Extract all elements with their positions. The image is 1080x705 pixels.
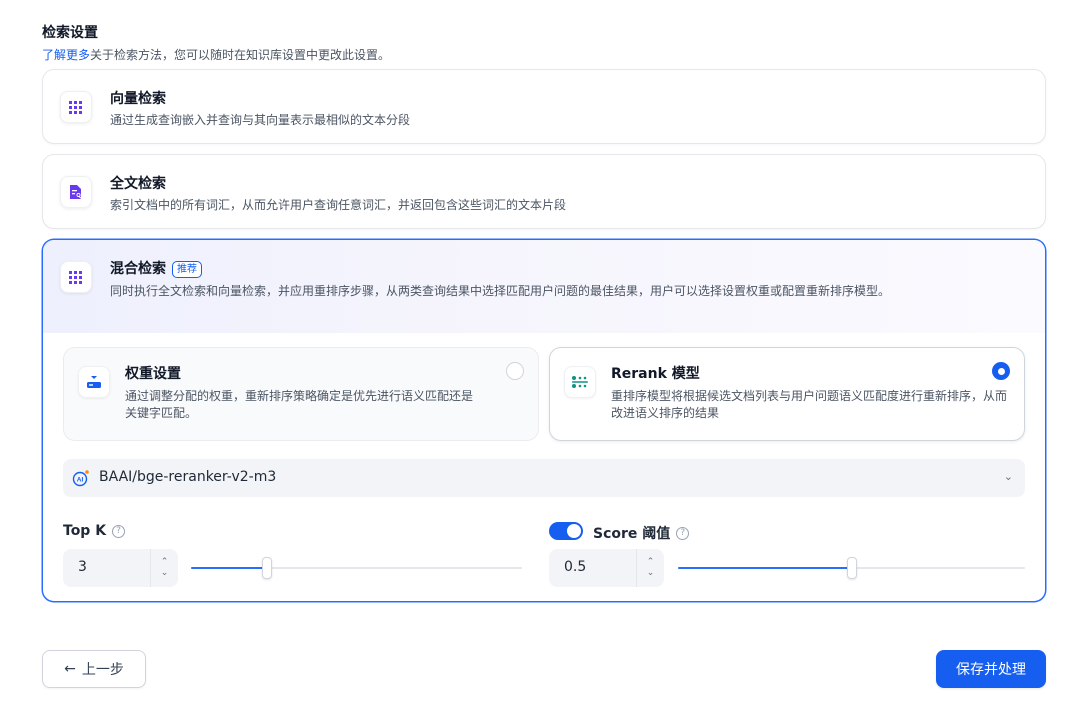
svg-text:AI: AI <box>77 476 84 483</box>
score-threshold-label: Score 阈值? <box>593 523 690 543</box>
vector-search-description: 通过生成查询嵌入并查询与其向量表示最相似的文本分段 <box>110 113 411 127</box>
fulltext-search-title: 全文检索 <box>110 176 166 192</box>
slider-handle[interactable] <box>846 557 857 579</box>
arrow-left-icon: ← <box>64 661 76 677</box>
slider-fill <box>678 567 852 569</box>
score-threshold-value: 0.5 <box>564 559 587 575</box>
slider-handle[interactable] <box>262 557 273 579</box>
top-k-stepper[interactable]: ⌃ ⌄ <box>150 549 178 587</box>
score-threshold-label-text: Score 阈值 <box>593 526 671 542</box>
rerank-model-select[interactable]: AI BAAI/bge-reranker-v2-m3 ⌄ <box>63 459 1025 497</box>
top-k-value: 3 <box>78 559 87 575</box>
rerank-icon <box>564 366 596 398</box>
vector-search-card[interactable]: 向量检索 通过生成查询嵌入并查询与其向量表示最相似的文本分段 <box>42 69 1046 144</box>
rerank-model-description: 重排序模型将根据候选文档列表与用户问题语义匹配度进行重新排序，从而改进语义排序的… <box>611 389 1008 420</box>
weight-settings-option[interactable]: 权重设置 通过调整分配的权重，重新排序策略确定是优先进行语义匹配还是关键字匹配。 <box>63 347 539 441</box>
top-k-help-icon[interactable]: ? <box>112 524 126 538</box>
top-k-label-text: Top K <box>63 523 107 539</box>
score-threshold-help-icon[interactable]: ? <box>676 526 690 540</box>
weight-settings-radio[interactable] <box>506 362 524 380</box>
rerank-model-title: Rerank 模型 <box>611 366 700 382</box>
top-k-slider[interactable] <box>191 554 522 582</box>
back-button-label: 上一步 <box>81 662 124 678</box>
vector-search-title: 向量检索 <box>110 91 166 107</box>
score-threshold-slider[interactable] <box>678 554 1025 582</box>
score-threshold-toggle[interactable] <box>549 522 583 540</box>
hybrid-grid-icon <box>60 261 92 293</box>
increment-icon[interactable]: ⌃ <box>161 557 169 568</box>
section-title: 检索设置 <box>42 25 98 41</box>
weight-icon <box>78 366 110 398</box>
hybrid-search-title-text: 混合检索 <box>110 261 166 277</box>
section-description-text: 关于检索方法，您可以随时在知识库设置中更改此设置。 <box>90 48 391 62</box>
hybrid-search-title: 混合检索 推荐 <box>110 258 202 278</box>
slider-fill <box>191 567 268 569</box>
decrement-icon[interactable]: ⌄ <box>647 568 655 579</box>
fulltext-search-description: 索引文档中的所有词汇，从而允许用户查询任意词汇，并返回包含这些词汇的文本片段 <box>110 198 567 212</box>
top-k-input[interactable]: 3 ⌃ ⌄ <box>63 549 178 587</box>
fulltext-search-card[interactable]: 全文检索 索引文档中的所有词汇，从而允许用户查询任意词汇，并返回包含这些词汇的文… <box>42 154 1046 229</box>
rerank-model-radio[interactable] <box>992 362 1010 380</box>
weight-settings-title: 权重设置 <box>125 366 181 382</box>
rerank-model-option[interactable]: Rerank 模型 重排序模型将根据候选文档列表与用户问题语义匹配度进行重新排序… <box>549 347 1025 441</box>
recommended-badge: 推荐 <box>172 261 202 278</box>
increment-icon[interactable]: ⌃ <box>647 557 655 568</box>
chevron-down-icon: ⌄ <box>1003 470 1013 483</box>
weight-settings-description: 通过调整分配的权重，重新排序策略确定是优先进行语义匹配还是关键字匹配。 <box>125 389 474 420</box>
save-and-process-button[interactable]: 保存并处理 <box>936 650 1046 688</box>
hybrid-search-description: 同时执行全文检索和向量检索，并应用重排序步骤，从两类查询结果中选择匹配用户问题的… <box>110 284 891 298</box>
rerank-model-name: BAAI/bge-reranker-v2-m3 <box>99 469 277 485</box>
top-k-label: Top K? <box>63 523 126 539</box>
document-search-icon <box>60 176 92 208</box>
decrement-icon[interactable]: ⌄ <box>161 568 169 579</box>
ai-model-icon: AI <box>72 470 89 487</box>
learn-more-link[interactable]: 了解更多 <box>42 48 90 62</box>
score-threshold-input[interactable]: 0.5 ⌃ ⌄ <box>549 549 664 587</box>
section-description: 了解更多关于检索方法，您可以随时在知识库设置中更改此设置。 <box>42 46 390 63</box>
vector-grid-icon <box>60 91 92 123</box>
back-button[interactable]: ← 上一步 <box>42 650 146 688</box>
hybrid-search-card[interactable]: 混合检索 推荐 同时执行全文检索和向量检索，并应用重排序步骤，从两类查询结果中选择… <box>42 239 1046 602</box>
score-threshold-stepper[interactable]: ⌃ ⌄ <box>636 549 664 587</box>
